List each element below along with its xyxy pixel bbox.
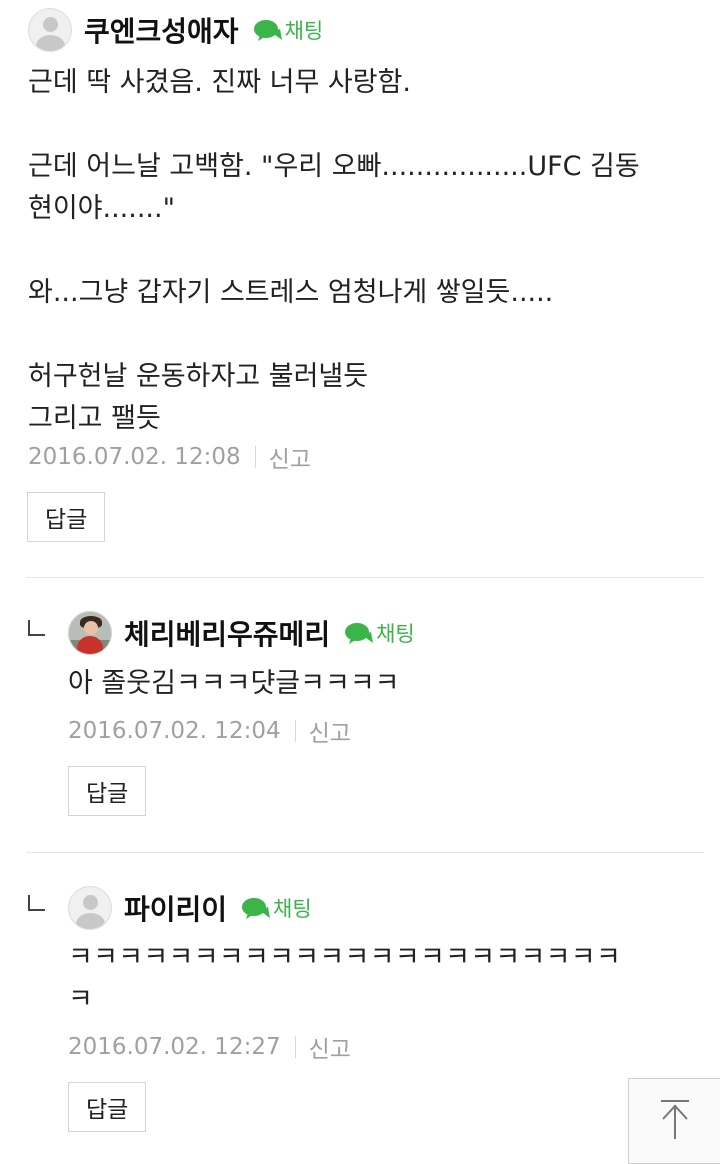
- comment-body: ㅋㅋㅋㅋㅋㅋㅋㅋㅋㅋㅋㅋㅋㅋㅋㅋㅋㅋㅋㅋㅋㅋ ㅋ: [68, 942, 622, 1015]
- scroll-top-button[interactable]: [628, 1078, 720, 1164]
- speech-bubble-icon: [344, 621, 374, 645]
- reply-button[interactable]: 답글: [27, 492, 106, 542]
- meta-divider: [294, 1036, 296, 1058]
- chat-link[interactable]: 채팅: [344, 618, 415, 648]
- avatar-default-icon[interactable]: [68, 886, 112, 930]
- reply-arrow-icon: [28, 620, 45, 636]
- comment-body: 근데 딱 사겼음. 진짜 너무 사랑함. 근데 어느날 고백함. "우리 오빠.…: [28, 67, 640, 434]
- avatar-default-icon[interactable]: [28, 8, 72, 52]
- nickname[interactable]: 파이리이: [124, 888, 227, 928]
- nickname[interactable]: 쿠엔크성애자: [84, 10, 239, 50]
- comment-date: 2016.07.02. 12:08: [28, 444, 241, 470]
- report-link[interactable]: 신고: [309, 714, 351, 748]
- comment-meta: 2016.07.02. 12:08 신고: [28, 440, 311, 474]
- chat-link[interactable]: 채팅: [241, 893, 312, 923]
- comment-header: 쿠엔크성애자 채팅: [28, 8, 323, 52]
- chat-link[interactable]: 채팅: [253, 15, 324, 45]
- speech-bubble-icon: [253, 18, 283, 42]
- speech-bubble-icon: [241, 896, 271, 920]
- meta-divider: [294, 720, 296, 742]
- comment-date: 2016.07.02. 12:27: [68, 1034, 281, 1060]
- reply-button[interactable]: 답글: [68, 1082, 147, 1132]
- chat-label: 채팅: [273, 897, 312, 921]
- comment-divider: [26, 852, 704, 853]
- nickname[interactable]: 체리베리우쥬메리: [124, 613, 330, 653]
- avatar-photo-icon[interactable]: [68, 611, 112, 655]
- comment-header: 체리베리우쥬메리 채팅: [68, 611, 415, 655]
- comment-meta: 2016.07.02. 12:27 신고: [68, 1030, 351, 1064]
- comment-body: 아 졸웃김ㅋㅋㅋ댯글ㅋㅋㅋㅋ: [68, 668, 400, 699]
- reply-button[interactable]: 답글: [68, 766, 147, 816]
- comment-date: 2016.07.02. 12:04: [68, 718, 281, 744]
- report-link[interactable]: 신고: [309, 1030, 351, 1064]
- arrow-up-icon: [655, 1097, 695, 1145]
- chat-label: 채팅: [284, 19, 324, 43]
- chat-label: 채팅: [376, 622, 415, 646]
- meta-divider: [254, 446, 256, 468]
- reply-arrow-icon: [28, 895, 45, 911]
- comment-meta: 2016.07.02. 12:04 신고: [68, 714, 351, 748]
- report-link[interactable]: 신고: [269, 440, 311, 474]
- comment-header: 파이리이 채팅: [68, 886, 312, 930]
- comment-divider: [26, 577, 704, 578]
